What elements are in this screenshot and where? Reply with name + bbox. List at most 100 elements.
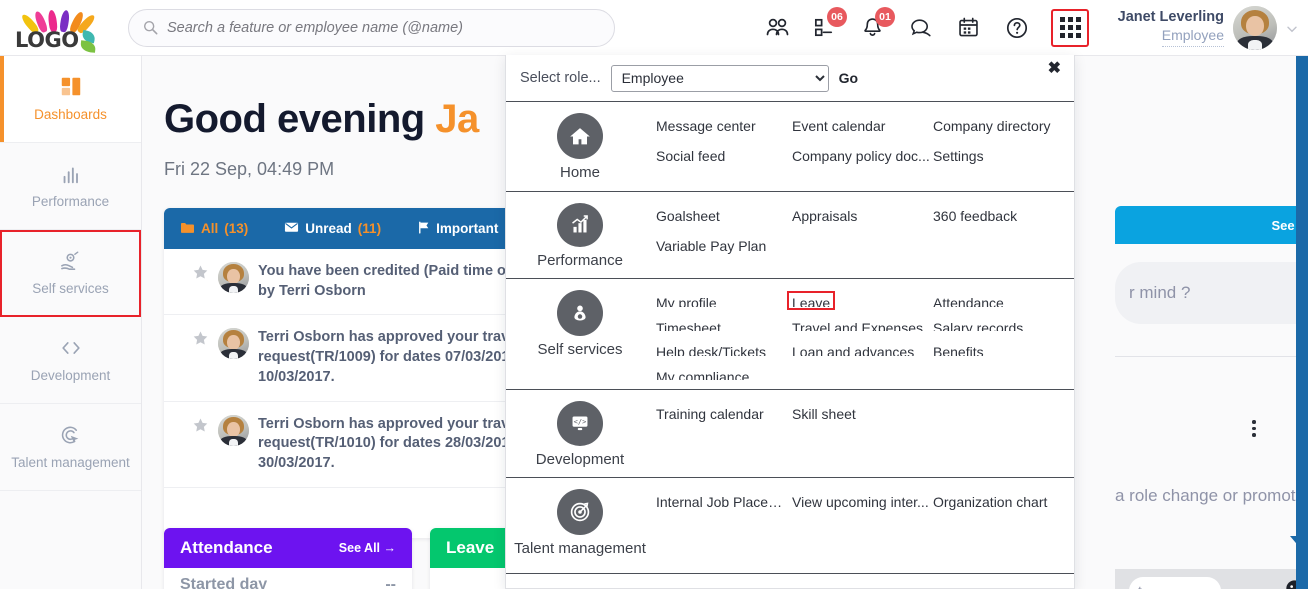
help-icon[interactable] [1003,14,1030,41]
comment-composer[interactable]: t [1115,569,1308,589]
attendance-card: Attendance See All → Started day -- [164,528,412,589]
link-help-desk-tickets[interactable]: Help desk/Tickets [654,343,768,356]
apps-grid-button[interactable] [1051,9,1089,47]
flag-icon [417,221,430,237]
tab-all[interactable]: All (13) [180,221,248,237]
attendance-card-header: Attendance See All → [164,528,412,568]
group-name-performance: Performance [537,252,623,269]
link-leave[interactable]: Leave [790,294,832,307]
link-goalsheet[interactable]: Goalsheet [654,207,722,225]
link-360-feedback[interactable]: 360 feedback [931,207,1019,225]
group-icon-column: Home [506,111,654,182]
tab-important-label: Important [436,221,498,236]
search-input[interactable] [167,20,600,36]
select-role-label: Select role... [520,70,601,86]
close-icon[interactable]: ✖ [1048,61,1061,77]
list-item[interactable]: You have been credited (Paid time off) b… [164,249,554,315]
target-icon [557,489,603,535]
list-item[interactable]: Terri Osborn has approved your travel re… [164,315,554,401]
link-skill-sheet[interactable]: Skill sheet [790,405,858,423]
sidebar-item-talent-management[interactable]: Talent management [0,404,141,491]
chat-icon[interactable] [907,14,934,41]
list-item[interactable]: Terri Osborn has approved your travel re… [164,402,554,488]
attendance-see-all[interactable]: See All → [339,541,396,555]
right-banner: See All → [1115,206,1308,244]
avatar-face [1246,16,1264,36]
star-icon[interactable] [192,330,209,347]
panel-group-self-services: Self services My profile Leave Attendanc… [506,278,1074,389]
people-icon[interactable] [763,14,790,41]
group-icon-column: Self services [506,288,654,380]
post-options-icon[interactable] [1252,420,1256,437]
code-brackets-icon [59,335,83,361]
link-training-calendar[interactable]: Training calendar [654,405,766,423]
page-scrollbar[interactable] [1296,56,1308,589]
link-loan-and-advances[interactable]: Loan and advances [790,343,916,356]
link-organization-chart[interactable]: Organization chart [931,493,1049,511]
bell-icon[interactable]: 01 [859,14,886,41]
link-benefits[interactable]: Benefits [931,343,986,356]
avatar-shirt [229,286,238,293]
link-my-compliance[interactable]: My compliance [654,368,751,381]
calendar-icon[interactable] [955,14,982,41]
sidebar-label-performance: Performance [32,194,109,210]
bar-chart-icon [59,161,83,187]
link-view-upcoming-interviews[interactable]: View upcoming inter... [790,493,931,511]
sidebar-item-dashboards[interactable]: Dashboards [0,56,141,143]
avatar-shirt [229,352,238,359]
link-social-feed[interactable]: Social feed [654,147,727,165]
avatar-shirt [229,439,238,446]
divider [1115,356,1308,357]
group-name-self-services: Self services [537,341,622,358]
link-company-policy-documents[interactable]: Company policy doc... [790,147,932,165]
sidebar-item-performance[interactable]: Performance [0,143,141,230]
link-attendance[interactable]: Attendance [931,294,1006,307]
comment-input[interactable]: t [1129,577,1221,589]
page-title: Good evening Ja [164,97,479,142]
panel-group-divider [506,573,1074,574]
link-settings[interactable]: Settings [931,147,986,165]
role-select[interactable]: Employee Manager HR [611,65,829,92]
logo[interactable]: LOGO [0,0,118,56]
sidebar-item-self-services[interactable]: Self services [0,230,141,317]
link-appraisals[interactable]: Appraisals [790,207,859,225]
link-salary-records[interactable]: Salary records [931,319,1025,332]
whats-on-mind-text: r mind ? [1129,283,1190,303]
target-cursor-icon [58,422,83,448]
logo-text: LOGO [15,28,79,52]
star-icon[interactable] [192,417,209,434]
header-icon-group: 06 01 [763,9,1089,47]
avatar-face [227,422,240,437]
link-company-directory[interactable]: Company directory [931,117,1053,135]
home-icon [557,113,603,159]
link-travel-and-expenses[interactable]: Travel and Expenses [790,319,925,332]
folder-icon [180,221,195,237]
feed-avatar [218,262,249,293]
dashboard-icon [59,74,83,100]
sidebar-item-development[interactable]: Development [0,317,141,404]
panel-group-talent-management: Talent management Internal Job Placeme..… [506,477,1074,573]
link-event-calendar[interactable]: Event calendar [790,117,887,135]
go-button[interactable]: Go [839,70,858,86]
grid-icon [1060,17,1081,38]
tasks-icon[interactable]: 06 [811,14,838,41]
search-box[interactable] [128,9,615,47]
chevron-down-icon[interactable] [1286,22,1298,34]
left-sidebar: Dashboards Performance [0,56,142,589]
feed-avatar [218,415,249,446]
whats-on-mind-box[interactable]: r mind ? [1115,262,1308,324]
avatar[interactable] [1233,6,1277,50]
tab-all-label: All [201,221,218,236]
tab-important[interactable]: Important (8 [417,221,516,237]
tab-unread[interactable]: Unread (11) [284,221,381,236]
link-message-center[interactable]: Message center [654,117,758,135]
link-variable-pay-plan[interactable]: Variable Pay Plan [654,237,768,255]
link-timesheet[interactable]: Timesheet [654,319,723,332]
user-menu[interactable]: Janet Leverling Employee [1118,6,1298,50]
link-internal-job-placement[interactable]: Internal Job Placeme... [654,493,790,511]
feed-item-text: You have been credited (Paid time off) b… [258,262,540,301]
feed-item-text: Terri Osborn has approved your travel re… [258,415,540,474]
link-my-profile[interactable]: My profile [654,294,719,307]
star-icon[interactable] [192,264,209,281]
tasks-badge: 06 [827,7,847,27]
